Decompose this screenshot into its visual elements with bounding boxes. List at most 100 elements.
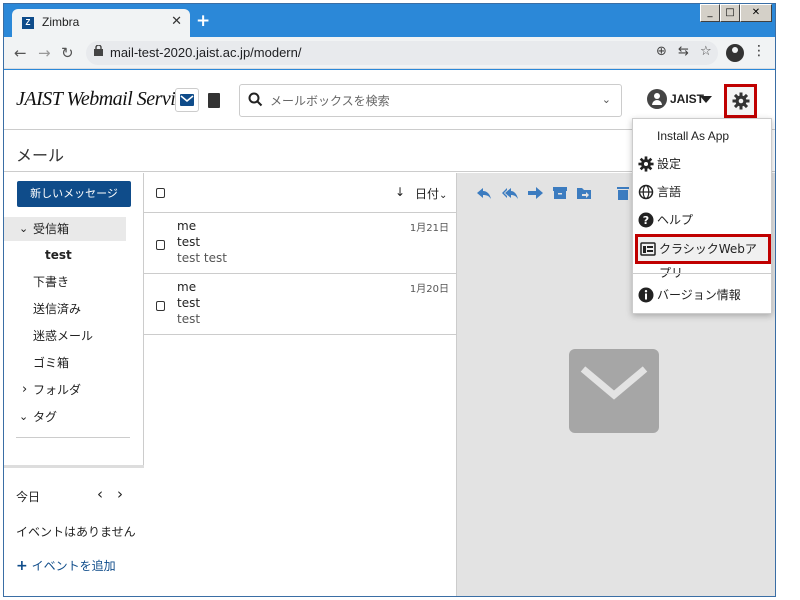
sidebar-item-test[interactable]: test xyxy=(4,243,144,267)
sidebar-item-label: ゴミ箱 xyxy=(33,356,70,370)
bookmark-star-icon[interactable]: ☆ xyxy=(700,44,712,59)
message-date: 1月21日 xyxy=(409,223,449,234)
zimbra-app: JAIST Webmail Service ⌄ JAIST xyxy=(4,70,775,596)
reload-icon[interactable]: ↻ xyxy=(61,44,74,62)
menu-item-language[interactable]: 言語 xyxy=(633,179,771,205)
search-icon xyxy=(248,92,263,107)
tab-zimbra[interactable]: Z Zimbra ✕ xyxy=(12,9,190,37)
search-chevron-down-icon[interactable]: ⌄ xyxy=(602,93,611,106)
menu-item-label: 言語 xyxy=(657,185,682,199)
user-avatar[interactable] xyxy=(647,89,667,109)
list-item[interactable]: me test test test 1月21日 xyxy=(144,213,456,274)
menu-item-label: Install As App xyxy=(657,129,730,143)
search-box[interactable]: ⌄ xyxy=(239,84,622,117)
menu-item-settings[interactable]: 設定 xyxy=(633,151,771,177)
menu-item-classic-web-app[interactable]: クラシックWebアプリ xyxy=(635,234,771,280)
sidebar-item-folders[interactable]: › フォルダ xyxy=(4,378,144,402)
calendar-panel: 今日 ‹ › イベントはありません + イベントを追加 xyxy=(4,465,144,596)
sidebar-item-label: フォルダ xyxy=(33,383,82,397)
settings-gear-button[interactable] xyxy=(724,84,757,118)
settings-dropdown-menu: Install As App 設定 言語 ? ヘルプ クラシックWebアプリ バ… xyxy=(632,118,772,314)
menu-item-label: 設定 xyxy=(657,157,682,171)
zimbra-favicon-icon: Z xyxy=(22,17,34,29)
gear-icon xyxy=(638,156,654,172)
sidebar-item-label: 下書き xyxy=(33,275,70,289)
forward-arrow-icon[interactable]: → xyxy=(38,44,51,62)
add-event-label: イベントを追加 xyxy=(31,559,116,573)
new-tab-button[interactable]: + xyxy=(196,11,210,31)
sidebar-item-drafts[interactable]: 下書き xyxy=(4,270,144,294)
reply-icon[interactable] xyxy=(476,185,492,201)
user-caret-down-icon[interactable] xyxy=(700,96,712,103)
select-all-checkbox[interactable] xyxy=(156,188,165,198)
menu-item-about[interactable]: バージョン情報 xyxy=(633,282,771,308)
back-arrow-icon[interactable]: ← xyxy=(14,44,27,62)
sidebar-item-label: タグ xyxy=(33,410,58,424)
add-icon[interactable]: ⊕ xyxy=(656,44,667,59)
help-icon: ? xyxy=(638,212,654,228)
maximize-button[interactable]: □ xyxy=(720,4,740,22)
sidebar-item-sent[interactable]: 送信済み xyxy=(4,297,144,321)
list-item[interactable]: me test test 1月20日 xyxy=(144,274,456,335)
classic-app-icon xyxy=(640,242,656,256)
menu-item-label: クラシックWebアプリ xyxy=(659,242,757,280)
sort-direction-icon[interactable]: ↓ xyxy=(395,185,405,199)
move-to-folder-icon[interactable] xyxy=(576,185,592,201)
page-title: メール xyxy=(16,146,65,165)
sidebar-item-trash[interactable]: ゴミ箱 xyxy=(4,351,144,375)
address-bar[interactable]: mail-test-2020.jaist.ac.jp/modern/ ⊕ ⇆ ☆ xyxy=(86,41,718,65)
add-event-link[interactable]: + イベントを追加 xyxy=(16,557,116,574)
browser-window: Z Zimbra ✕ + _ □ ✕ ← → ↻ mail-test-2020.… xyxy=(3,3,776,597)
info-icon xyxy=(638,287,654,303)
message-preview: test test xyxy=(177,251,227,265)
calendar-next-icon[interactable]: › xyxy=(117,485,123,503)
tab-title: Zimbra xyxy=(42,15,80,29)
message-preview: test xyxy=(177,312,201,326)
sidebar-divider xyxy=(16,437,130,438)
brand-logo: JAIST Webmail Service xyxy=(16,88,193,110)
minimize-button[interactable]: _ xyxy=(700,4,720,22)
message-checkbox[interactable] xyxy=(156,240,165,250)
calendar-prev-icon[interactable]: ‹ xyxy=(97,485,103,503)
delete-icon[interactable] xyxy=(615,185,631,201)
no-events-text: イベントはありません xyxy=(16,525,136,539)
archive-icon[interactable] xyxy=(552,185,568,201)
search-input[interactable] xyxy=(270,90,590,112)
message-date: 1月20日 xyxy=(409,284,449,295)
browser-menu-icon[interactable]: ⋮ xyxy=(752,43,766,59)
reply-all-icon[interactable] xyxy=(502,185,518,201)
user-name[interactable]: JAIST xyxy=(670,92,704,106)
sidebar-item-junk[interactable]: 迷惑メール xyxy=(4,324,144,348)
sidebar: 新しいメッセージ ⌄ 受信箱 test 下書き 送信済み 迷惑メール ゴミ箱 › xyxy=(4,173,144,596)
lock-icon xyxy=(94,45,103,56)
message-checkbox[interactable] xyxy=(156,301,165,311)
message-from: me xyxy=(177,280,197,294)
menu-item-label: バージョン情報 xyxy=(657,288,741,302)
close-window-button[interactable]: ✕ xyxy=(740,4,772,22)
chevron-down-icon: ⌄ xyxy=(19,410,29,423)
sidebar-item-tags[interactable]: ⌄ タグ xyxy=(4,405,144,429)
contacts-icon[interactable] xyxy=(208,93,220,108)
menu-item-install-as-app[interactable]: Install As App xyxy=(633,123,771,149)
tab-strip: Z Zimbra ✕ + _ □ ✕ xyxy=(4,4,775,37)
chevron-down-icon: ⌄ xyxy=(19,222,29,235)
translate-icon[interactable]: ⇆ xyxy=(678,44,689,59)
message-subject: test xyxy=(177,235,201,249)
sidebar-item-label: 受信箱 xyxy=(33,222,70,236)
envelope-icon xyxy=(180,94,194,106)
sort-label: 日付 xyxy=(415,187,440,201)
mail-app-button[interactable] xyxy=(175,88,199,112)
compose-button[interactable]: 新しいメッセージ xyxy=(17,181,131,207)
sidebar-item-inbox[interactable]: ⌄ 受信箱 xyxy=(4,217,126,241)
forward-icon[interactable] xyxy=(527,185,543,201)
profile-icon[interactable] xyxy=(726,44,744,62)
sort-by-date[interactable]: 日付⌄ xyxy=(415,185,447,202)
tab-close-icon[interactable]: ✕ xyxy=(171,14,182,29)
list-header: ↓ 日付⌄ xyxy=(144,173,456,213)
sidebar-item-label: 送信済み xyxy=(33,302,82,316)
sidebar-item-label: 迷惑メール xyxy=(33,329,94,343)
menu-item-help[interactable]: ? ヘルプ xyxy=(633,207,771,233)
browser-toolbar: ← → ↻ mail-test-2020.jaist.ac.jp/modern/… xyxy=(4,37,775,69)
chevron-right-icon: › xyxy=(22,382,28,397)
message-subject: test xyxy=(177,296,201,310)
